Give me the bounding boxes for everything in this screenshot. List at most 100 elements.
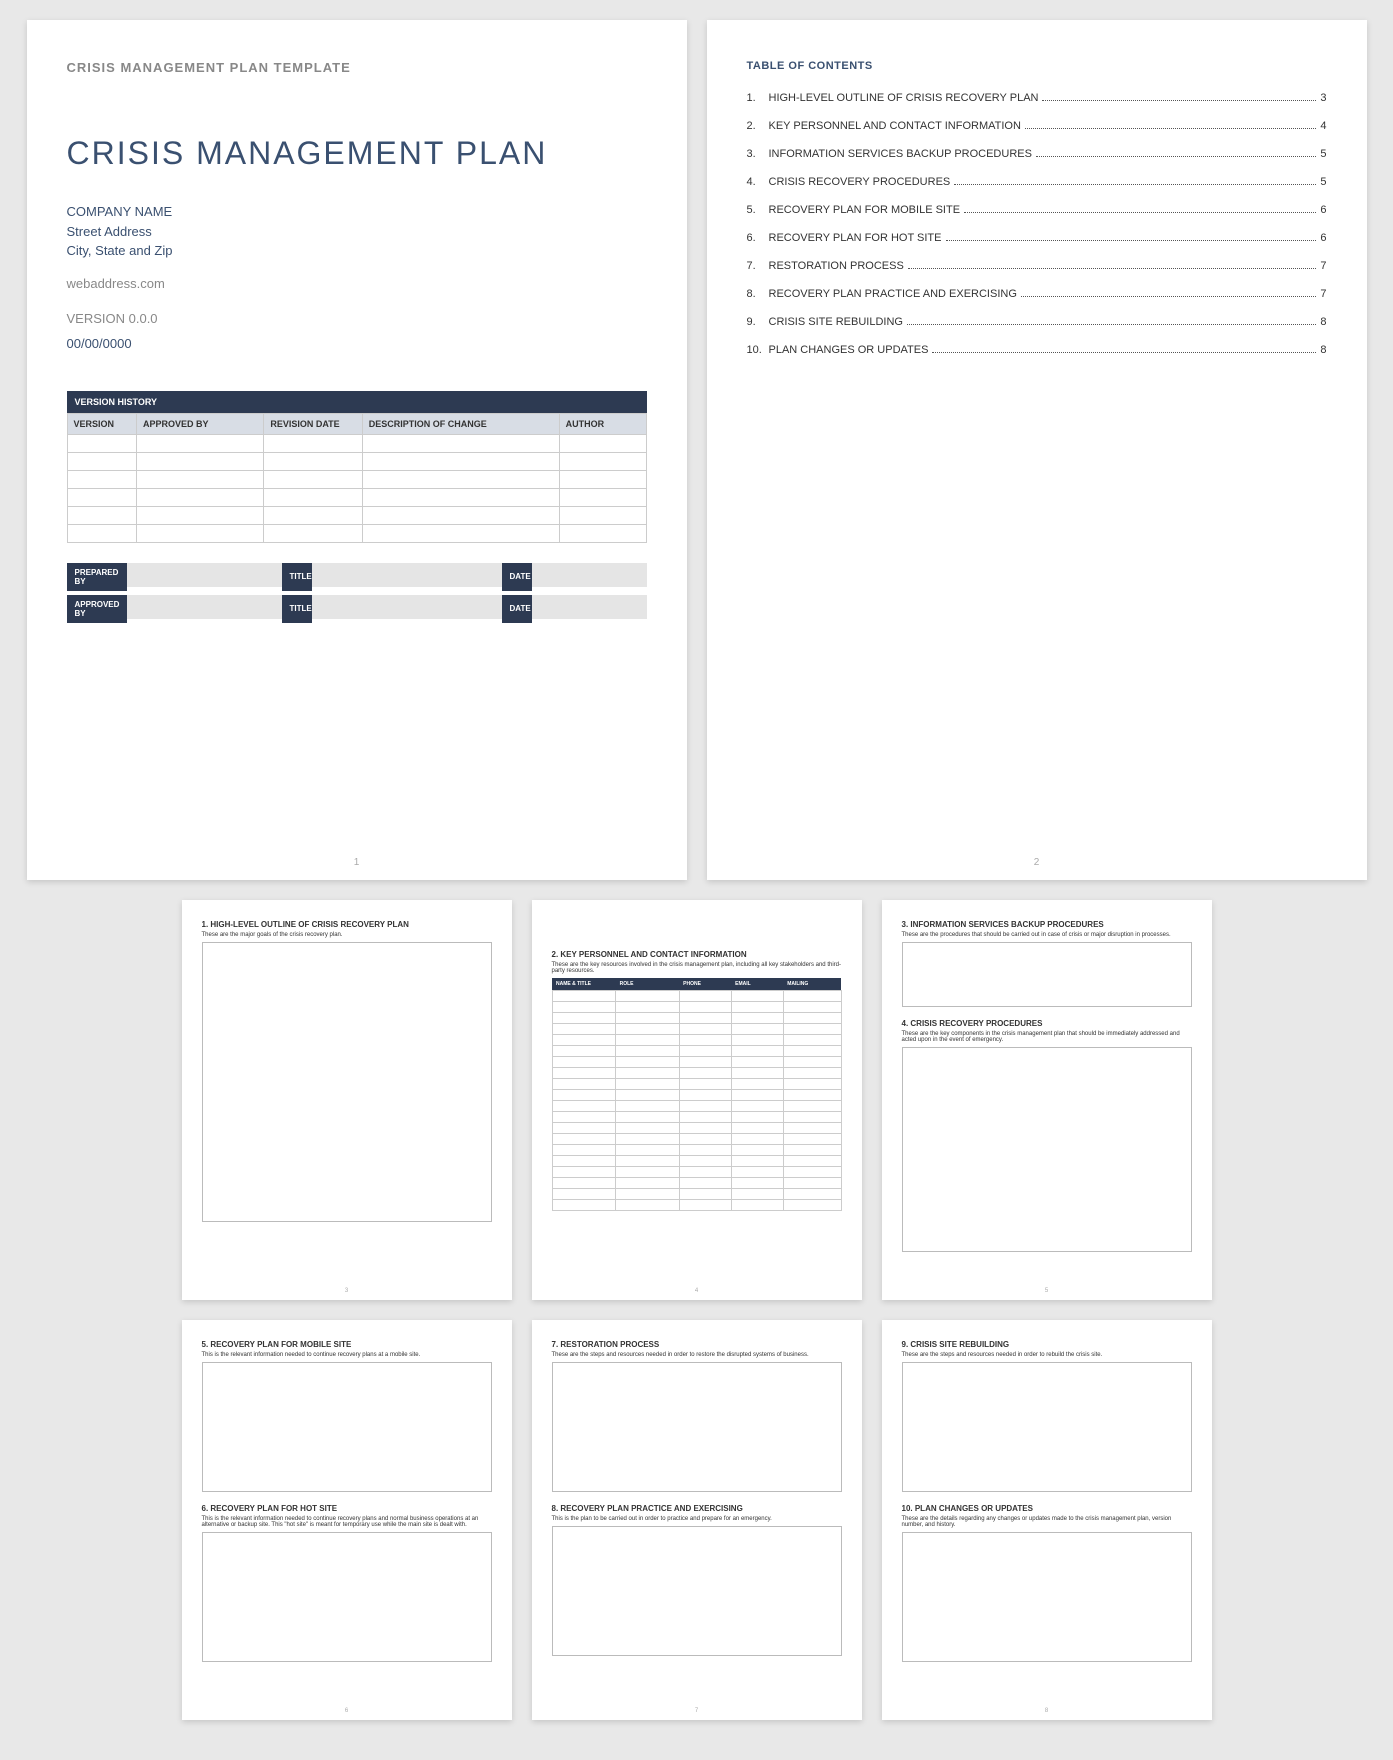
col-mailing: MAILING bbox=[783, 978, 841, 991]
table-row bbox=[552, 1112, 841, 1123]
section-title: 6. RECOVERY PLAN FOR HOT SITE bbox=[202, 1504, 492, 1513]
table-row bbox=[552, 1189, 841, 1200]
section-title: 2. KEY PERSONNEL AND CONTACT INFORMATION bbox=[552, 950, 842, 959]
page-1: CRISIS MANAGEMENT PLAN TEMPLATE CRISIS M… bbox=[27, 20, 687, 880]
section-desc: These are the steps and resources needed… bbox=[552, 1352, 842, 1358]
table-row bbox=[552, 1123, 841, 1134]
date-input-2[interactable] bbox=[532, 595, 647, 619]
vh-col-version: VERSION bbox=[67, 413, 136, 434]
approval-block: PREPARED BY TITLE DATE APPROVED BY TITLE… bbox=[67, 563, 647, 623]
table-row bbox=[552, 1167, 841, 1178]
toc-item: 3.INFORMATION SERVICES BACKUP PROCEDURES… bbox=[747, 148, 1327, 160]
version-number: VERSION 0.0.0 bbox=[67, 311, 647, 326]
contact-table: NAME & TITLE ROLE PHONE EMAIL MAILING bbox=[552, 978, 842, 1211]
col-phone: PHONE bbox=[679, 978, 731, 991]
page-2-toc: TABLE OF CONTENTS 1.HIGH-LEVEL OUTLINE O… bbox=[707, 20, 1367, 880]
col-name: NAME & TITLE bbox=[552, 978, 616, 991]
toc-item: 5.RECOVERY PLAN FOR MOBILE SITE6 bbox=[747, 204, 1327, 216]
page-8: 9. CRISIS SITE REBUILDING These are the … bbox=[882, 1320, 1212, 1720]
table-row bbox=[552, 1156, 841, 1167]
toc-item: 4.CRISIS RECOVERY PROCEDURES5 bbox=[747, 176, 1327, 188]
col-role: ROLE bbox=[616, 978, 680, 991]
company-name: COMPANY NAME bbox=[67, 202, 647, 222]
date-label-2: DATE bbox=[502, 595, 532, 623]
section-title: 8. RECOVERY PLAN PRACTICE AND EXERCISING bbox=[552, 1504, 842, 1513]
prepared-by-label: PREPARED BY bbox=[67, 563, 127, 591]
table-row bbox=[552, 1035, 841, 1046]
page-number: 8 bbox=[882, 1708, 1212, 1714]
section-title: 7. RESTORATION PROCESS bbox=[552, 1340, 842, 1349]
content-box[interactable] bbox=[902, 1047, 1192, 1252]
page-number: 4 bbox=[532, 1288, 862, 1294]
content-box[interactable] bbox=[552, 1526, 842, 1656]
table-row bbox=[67, 470, 646, 488]
content-box[interactable] bbox=[902, 942, 1192, 1007]
table-row bbox=[552, 1079, 841, 1090]
main-title: CRISIS MANAGEMENT PLAN bbox=[67, 135, 647, 172]
page-number: 1 bbox=[27, 857, 687, 868]
section-title: 10. PLAN CHANGES OR UPDATES bbox=[902, 1504, 1192, 1513]
page-4: 2. KEY PERSONNEL AND CONTACT INFORMATION… bbox=[532, 900, 862, 1300]
vh-col-description: DESCRIPTION OF CHANGE bbox=[362, 413, 559, 434]
section-title: 9. CRISIS SITE REBUILDING bbox=[902, 1340, 1192, 1349]
table-row bbox=[552, 1178, 841, 1189]
content-box[interactable] bbox=[552, 1362, 842, 1492]
col-email: EMAIL bbox=[731, 978, 783, 991]
table-row bbox=[552, 1134, 841, 1145]
page-7: 7. RESTORATION PROCESS These are the ste… bbox=[532, 1320, 862, 1720]
table-row bbox=[552, 1101, 841, 1112]
table-row bbox=[67, 506, 646, 524]
toc-list: 1.HIGH-LEVEL OUTLINE OF CRISIS RECOVERY … bbox=[747, 92, 1327, 356]
table-row bbox=[552, 1002, 841, 1013]
web-address: webaddress.com bbox=[67, 276, 647, 291]
version-history-table: VERSION APPROVED BY REVISION DATE DESCRI… bbox=[67, 413, 647, 543]
content-box[interactable] bbox=[202, 1532, 492, 1662]
page-6: 5. RECOVERY PLAN FOR MOBILE SITE This is… bbox=[182, 1320, 512, 1720]
date-label-1: DATE bbox=[502, 563, 532, 591]
table-row bbox=[552, 1013, 841, 1024]
section-desc: This is the relevant information needed … bbox=[202, 1516, 492, 1528]
content-box[interactable] bbox=[202, 1362, 492, 1492]
content-box[interactable] bbox=[202, 942, 492, 1222]
date-input-1[interactable] bbox=[532, 563, 647, 587]
table-row bbox=[552, 1145, 841, 1156]
table-row bbox=[552, 1068, 841, 1079]
page-number: 3 bbox=[182, 1288, 512, 1294]
street-address: Street Address bbox=[67, 222, 647, 242]
page-5: 3. INFORMATION SERVICES BACKUP PROCEDURE… bbox=[882, 900, 1212, 1300]
prepared-by-input[interactable] bbox=[127, 563, 282, 587]
vh-col-revision-date: REVISION DATE bbox=[264, 413, 362, 434]
toc-item: 10.PLAN CHANGES OR UPDATES8 bbox=[747, 344, 1327, 356]
section-title: 1. HIGH-LEVEL OUTLINE OF CRISIS RECOVERY… bbox=[202, 920, 492, 929]
table-row bbox=[552, 1024, 841, 1035]
title-input-2[interactable] bbox=[312, 595, 502, 619]
section-desc: This is the plan to be carried out in or… bbox=[552, 1516, 842, 1522]
title-label-2: TITLE bbox=[282, 595, 312, 623]
table-row bbox=[67, 488, 646, 506]
section-desc: These are the procedures that should be … bbox=[902, 932, 1192, 938]
table-row bbox=[552, 1057, 841, 1068]
toc-item: 9.CRISIS SITE REBUILDING8 bbox=[747, 316, 1327, 328]
page-3: 1. HIGH-LEVEL OUTLINE OF CRISIS RECOVERY… bbox=[182, 900, 512, 1300]
toc-item: 7.RESTORATION PROCESS7 bbox=[747, 260, 1327, 272]
version-history-header: VERSION HISTORY bbox=[67, 391, 647, 413]
table-row bbox=[67, 524, 646, 542]
toc-item: 8.RECOVERY PLAN PRACTICE AND EXERCISING7 bbox=[747, 288, 1327, 300]
title-label-1: TITLE bbox=[282, 563, 312, 591]
title-input-1[interactable] bbox=[312, 563, 502, 587]
city-state-zip: City, State and Zip bbox=[67, 241, 647, 261]
table-row bbox=[67, 452, 646, 470]
toc-item: 1.HIGH-LEVEL OUTLINE OF CRISIS RECOVERY … bbox=[747, 92, 1327, 104]
table-row bbox=[552, 1200, 841, 1211]
toc-item: 6.RECOVERY PLAN FOR HOT SITE6 bbox=[747, 232, 1327, 244]
section-desc: These are the key resources involved in … bbox=[552, 962, 842, 974]
table-row bbox=[552, 1090, 841, 1101]
content-box[interactable] bbox=[902, 1362, 1192, 1492]
document-date: 00/00/0000 bbox=[67, 336, 647, 351]
page-number: 6 bbox=[182, 1708, 512, 1714]
content-box[interactable] bbox=[902, 1532, 1192, 1662]
section-desc: This is the relevant information needed … bbox=[202, 1352, 492, 1358]
approved-by-input[interactable] bbox=[127, 595, 282, 619]
section-title: 3. INFORMATION SERVICES BACKUP PROCEDURE… bbox=[902, 920, 1192, 929]
section-desc: These are the steps and resources needed… bbox=[902, 1352, 1192, 1358]
